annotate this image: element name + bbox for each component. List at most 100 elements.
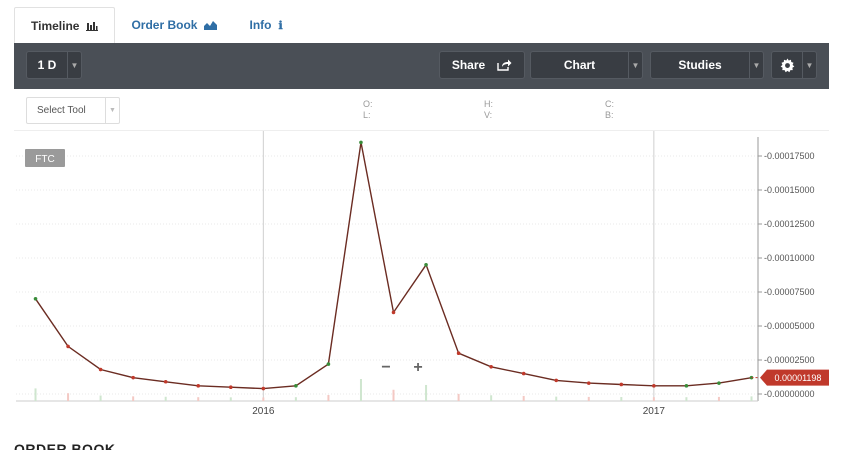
y-tick-label: -0.00017500: [764, 151, 815, 161]
volume-bar: [392, 389, 395, 401]
ohlc-low-label: L:: [363, 110, 371, 120]
ohlc-close-bid: C: B:: [605, 99, 614, 121]
symbol-label: FTC: [35, 154, 54, 165]
price-point: [717, 381, 721, 385]
price-point: [424, 263, 428, 267]
tab-timeline[interactable]: Timeline: [14, 7, 116, 43]
chevron-down-icon: ▼: [802, 52, 816, 78]
price-point: [228, 385, 233, 389]
price-point: [261, 386, 266, 391]
ohlc-open-low: O: L:: [363, 99, 373, 121]
select-tool-label: Select Tool: [37, 105, 86, 116]
settings-dropdown[interactable]: ▼: [771, 51, 817, 79]
volume-bar: [294, 397, 297, 401]
ohlc-bid-label: B:: [605, 110, 614, 120]
zoom-controls: − +: [370, 358, 434, 378]
volume-bar: [652, 397, 655, 401]
price-point: [521, 371, 526, 376]
chart-type-dropdown[interactable]: Chart ▼: [530, 51, 643, 79]
ohlc-open-label: O:: [363, 99, 373, 109]
order-book-heading: ORDER BOOK: [14, 441, 116, 450]
share-icon: [497, 59, 512, 71]
price-point: [326, 362, 331, 366]
price-point: [98, 367, 103, 372]
y-tick-label: -0.00012500: [764, 219, 815, 229]
price-point: [163, 379, 168, 384]
price-point: [684, 384, 689, 388]
tab-order-book[interactable]: Order Book: [115, 7, 233, 43]
y-tick-label: -0.00007500: [764, 287, 815, 297]
volume-bar: [587, 396, 590, 401]
info-icon: ℹ: [278, 19, 283, 32]
tab-order-book-label: Order Book: [131, 18, 198, 32]
bar-chart-icon: [86, 21, 99, 31]
x-tick-label: 2016: [252, 406, 275, 416]
x-tick-label: 2017: [643, 406, 666, 416]
price-point: [294, 384, 298, 388]
interval-dropdown[interactable]: 1 D ▼: [26, 51, 82, 79]
volume-bar: [229, 397, 232, 401]
volume-bar: [359, 379, 362, 401]
price-point: [456, 351, 461, 355]
chevron-down-icon: ▼: [628, 52, 642, 78]
volume-bar: [67, 393, 70, 401]
volume-bar: [197, 397, 200, 401]
volume-bar: [717, 396, 720, 401]
price-point: [33, 297, 38, 301]
tab-bar: Timeline Order Book Info ℹ: [14, 7, 853, 43]
y-tick-label: -0.00000000: [764, 389, 815, 399]
interval-label: 1 D: [37, 58, 57, 72]
volume-bar: [164, 396, 167, 401]
share-label: Share: [451, 58, 486, 72]
volume-bar: [132, 396, 135, 401]
ohlc-volume-label: V:: [484, 110, 493, 120]
volume-bar: [457, 393, 460, 401]
price-point: [131, 375, 135, 380]
y-tick-label: -0.00015000: [764, 185, 815, 195]
last-price-label: 0.00001198: [775, 373, 822, 383]
ohlc-high-volume: H: V:: [484, 99, 493, 121]
tab-timeline-label: Timeline: [31, 18, 80, 33]
studies-dropdown[interactable]: Studies ▼: [650, 51, 764, 79]
tab-info[interactable]: Info ℹ: [233, 7, 298, 43]
y-tick-label: -0.00005000: [764, 321, 815, 331]
volume-bar: [425, 384, 428, 401]
price-point: [196, 384, 201, 388]
volume-bar: [327, 394, 330, 401]
chevron-down-icon: ▼: [105, 98, 119, 123]
price-point: [489, 365, 493, 369]
select-tool-dropdown[interactable]: Select Tool ▼: [26, 97, 120, 124]
y-tick-label: -0.00002500: [764, 355, 815, 365]
price-point: [652, 384, 656, 388]
price-point: [619, 382, 624, 387]
volume-bar: [555, 396, 558, 401]
price-point: [66, 344, 70, 349]
gear-icon: [772, 57, 802, 73]
volume-bar: [262, 397, 265, 401]
ohlc-close-label: C:: [605, 99, 614, 109]
chevron-down-icon: ▼: [749, 52, 763, 78]
volume-bar: [34, 388, 37, 401]
volume-bar: [99, 395, 102, 401]
studies-label: Studies: [678, 58, 722, 72]
price-point: [586, 381, 591, 385]
y-tick-label: -0.00010000: [764, 253, 815, 263]
area-chart-icon: [204, 20, 218, 30]
zoom-out-button[interactable]: −: [370, 358, 402, 378]
tab-info-label: Info: [249, 18, 272, 32]
price-point: [359, 140, 363, 145]
volume-bar: [522, 395, 525, 401]
ohlc-high-label: H:: [484, 99, 493, 109]
price-point: [391, 310, 396, 315]
volume-bar: [490, 395, 493, 401]
drawing-tool-row: Select Tool ▼ O: L: H: V: C: B:: [14, 89, 829, 131]
chevron-down-icon: ▼: [67, 52, 81, 78]
price-series-line: [34, 142, 752, 390]
zoom-in-button[interactable]: +: [402, 358, 434, 378]
chart-type-label: Chart: [563, 58, 596, 72]
price-point: [554, 378, 559, 383]
share-button[interactable]: Share: [439, 51, 525, 79]
chart-toolbar: 1 D ▼ Share Chart ▼ Studies ▼ ▼: [14, 43, 829, 89]
volume-bar: [750, 396, 753, 401]
volume-bar: [620, 397, 623, 401]
